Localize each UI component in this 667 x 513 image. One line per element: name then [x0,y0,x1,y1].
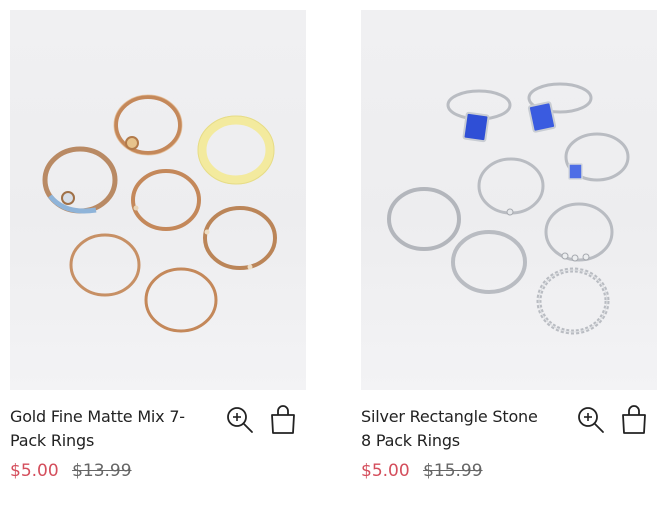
shopping-bag-icon [622,405,646,434]
blue-stone [462,111,490,143]
product-image[interactable] [361,10,657,390]
price-row: $5.00 $13.99 [10,459,132,483]
gold-rings-illustration [42,94,277,333]
zoom-in-icon [578,407,604,433]
ring [544,202,614,262]
ring [197,115,275,185]
crystal [125,136,139,150]
ring [144,267,218,333]
add-to-bag-button[interactable] [619,404,649,436]
blue-stone [527,101,557,133]
original-price: $15.99 [423,461,483,481]
silver-rings-illustration [387,82,630,335]
ring [131,169,201,231]
ring [69,233,141,297]
price-row: $5.00 $15.99 [361,459,483,483]
crystal [61,191,75,205]
product-title[interactable]: Silver Rectangle Stone 8 Pack Rings [361,405,551,453]
product-image[interactable] [10,10,306,390]
sale-price: $5.00 [361,461,410,481]
quick-view-button[interactable] [225,404,255,436]
add-to-bag-button[interactable] [268,404,298,436]
ring [451,230,527,294]
product-title[interactable]: Gold Fine Matte Mix 7-Pack Rings [10,405,200,453]
ring [477,157,545,215]
zoom-in-icon [227,407,253,433]
shopping-bag-icon [271,405,295,434]
quick-view-button[interactable] [576,404,606,436]
ring [387,187,461,251]
product-grid: Gold Fine Matte Mix 7-Pack Rings $5.00 $… [0,0,667,513]
ring [203,206,277,270]
blue-stone [568,163,583,180]
sale-price: $5.00 [10,461,59,481]
original-price: $13.99 [72,461,132,481]
